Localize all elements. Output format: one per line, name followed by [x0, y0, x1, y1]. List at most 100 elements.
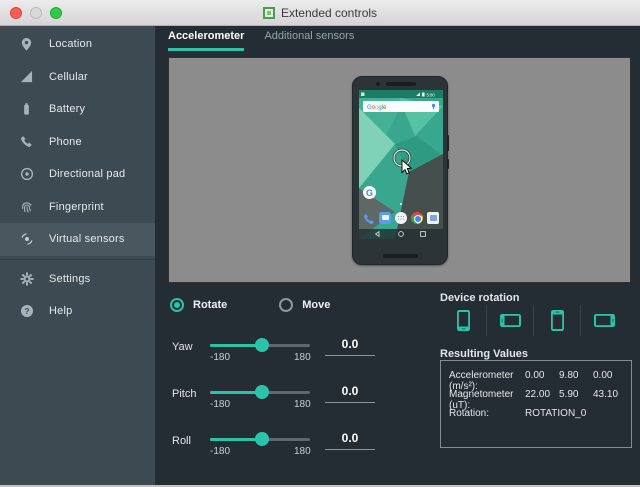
- chrome-app-icon[interactable]: [411, 212, 423, 224]
- rotate-landscape-left-button[interactable]: [487, 305, 534, 336]
- pitch-value-field[interactable]: 0.0: [325, 384, 375, 398]
- dock: [359, 210, 443, 225]
- virtual-sensors-icon: [19, 232, 34, 247]
- yaw-slider-thumb[interactable]: [255, 338, 269, 352]
- virtual-device[interactable]: 5:00 Google G: [352, 76, 448, 265]
- sidebar-item-help[interactable]: ? Help: [0, 295, 155, 328]
- power-button: [447, 159, 449, 169]
- yaw-slider-track[interactable]: [210, 344, 310, 347]
- roll-value-underline: [325, 449, 375, 450]
- phone-app-icon[interactable]: [363, 212, 375, 224]
- pitch-label: Pitch: [172, 388, 196, 400]
- accelerometer-y: 9.80: [559, 370, 589, 384]
- tab-accelerometer[interactable]: Accelerometer: [168, 30, 244, 51]
- main-panel: Accelerometer Additional sensors: [155, 26, 640, 485]
- yaw-slider-row: Yaw -180 180 0.0: [172, 336, 417, 370]
- roll-label: Roll: [172, 435, 191, 447]
- rotate-portrait-button[interactable]: [440, 305, 487, 336]
- roll-min-label: -180: [210, 446, 230, 457]
- rotation-row-label: Rotation:: [449, 408, 521, 422]
- accelerometer-row: Accelerometer (m/s²): 0.00 9.80 0.00: [449, 370, 631, 384]
- tab-additional-sensors[interactable]: Additional sensors: [264, 30, 354, 51]
- phone-landscape-right-icon: [593, 309, 616, 332]
- roll-slider-row: Roll -180 180 0.0: [172, 430, 417, 464]
- roll-slider-track[interactable]: [210, 438, 310, 441]
- sidebar-item-label: Fingerprint: [49, 201, 104, 213]
- titlebar: Extended controls: [0, 0, 640, 26]
- rotate-radio[interactable]: Rotate: [170, 298, 227, 312]
- zoom-button[interactable]: [50, 7, 62, 19]
- sidebar-item-dpad[interactable]: Directional pad: [0, 158, 155, 191]
- sidebar-item-label: Virtual sensors: [49, 233, 125, 245]
- phone-landscape-left-icon: [499, 309, 522, 332]
- pitch-slider-row: Pitch -180 180 0.0: [172, 383, 417, 417]
- device-screen: 5:00 Google G: [359, 90, 443, 239]
- radio-circle-icon: [170, 298, 184, 312]
- extended-controls-window: Extended controls Location Cellular: [0, 0, 640, 487]
- roll-value-field[interactable]: 0.0: [325, 431, 375, 445]
- svg-text:?: ?: [24, 306, 29, 316]
- close-button[interactable]: [10, 7, 22, 19]
- sidebar-item-battery[interactable]: Battery: [0, 93, 155, 126]
- minimize-button: [30, 7, 42, 19]
- speaker-slot: [383, 254, 418, 258]
- yaw-value-field[interactable]: 0.0: [325, 337, 375, 351]
- sidebar-item-phone[interactable]: Phone: [0, 126, 155, 159]
- phone-portrait-icon: [456, 309, 471, 332]
- yaw-value-underline: [325, 355, 375, 356]
- rotate-reverse-portrait-button[interactable]: [534, 305, 581, 336]
- sidebar-item-label: Help: [49, 305, 72, 317]
- messenger-app-icon[interactable]: [379, 212, 391, 224]
- sidebar-item-label: Settings: [49, 273, 90, 285]
- sidebar-item-cellular[interactable]: Cellular: [0, 61, 155, 94]
- device-rotation-label: Device rotation: [440, 292, 519, 304]
- photos-app-icon[interactable]: [427, 212, 439, 224]
- dpad-icon: [19, 167, 34, 182]
- device-rotation-buttons: [440, 305, 628, 336]
- pitch-slider-thumb[interactable]: [255, 385, 269, 399]
- sidebar-item-location[interactable]: Location: [0, 28, 155, 61]
- front-camera-dot: [376, 82, 380, 86]
- window-controls: [10, 7, 62, 19]
- device-preview-panel[interactable]: 5:00 Google G: [168, 57, 631, 283]
- fingerprint-icon: [19, 199, 34, 214]
- sidebar-item-virtual-sensors[interactable]: Virtual sensors: [0, 223, 155, 256]
- help-icon: ?: [19, 304, 34, 319]
- radio-circle-icon: [279, 298, 293, 312]
- gear-icon: [19, 271, 34, 286]
- app-drawer-icon[interactable]: [395, 212, 407, 224]
- roll-slider-thumb[interactable]: [255, 432, 269, 446]
- pitch-min-label: -180: [210, 399, 230, 410]
- move-radio-label: Move: [302, 299, 330, 311]
- earpiece-slot: [386, 82, 416, 86]
- mic-icon: [432, 104, 435, 107]
- rotation-value: ROTATION_0: [525, 408, 586, 422]
- google-search-text: Google: [367, 105, 387, 111]
- yaw-min-label: -180: [210, 352, 230, 363]
- rotate-radio-label: Rotate: [193, 299, 227, 311]
- sidebar-item-settings[interactable]: Settings: [0, 263, 155, 296]
- magnetometer-z: 43.10: [593, 389, 623, 403]
- emulator-app-icon: [263, 7, 275, 19]
- pitch-value-underline: [325, 402, 375, 403]
- status-time: 5:00: [427, 92, 436, 97]
- sidebar: Location Cellular Battery Phone: [0, 26, 155, 485]
- battery-icon: [19, 102, 34, 117]
- accelerometer-x: 0.00: [525, 370, 555, 384]
- sidebar-item-label: Phone: [49, 136, 82, 148]
- pitch-slider-track[interactable]: [210, 391, 310, 394]
- google-app-icon[interactable]: G: [363, 186, 376, 199]
- magnetometer-row: Magnetometer (uT): 22.00 5.90 43.10: [449, 389, 631, 403]
- resulting-values-label: Resulting Values: [440, 348, 528, 360]
- sidebar-item-fingerprint[interactable]: Fingerprint: [0, 191, 155, 224]
- sidebar-item-label: Cellular: [49, 71, 88, 83]
- magnetometer-x: 22.00: [525, 389, 555, 403]
- roll-max-label: 180: [294, 446, 310, 457]
- rotate-landscape-right-button[interactable]: [581, 305, 628, 336]
- magnetometer-y: 5.90: [559, 389, 589, 403]
- cellular-signal-icon: [19, 69, 34, 84]
- phone-handset-icon: [19, 134, 34, 149]
- yaw-max-label: 180: [294, 352, 310, 363]
- move-radio[interactable]: Move: [279, 298, 330, 312]
- resulting-values-box: Accelerometer (m/s²): 0.00 9.80 0.00 Mag…: [440, 360, 632, 448]
